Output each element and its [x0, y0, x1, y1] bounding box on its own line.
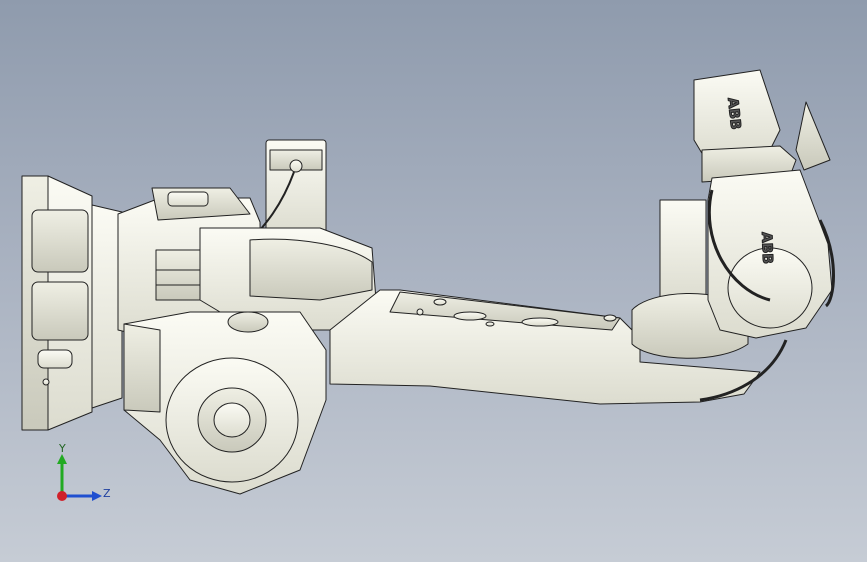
- lower-arm-joint[interactable]: [123, 311, 327, 495]
- brand-label: ABB: [724, 97, 743, 131]
- triad-y-label: Y: [59, 442, 66, 455]
- brand-label: ABB: [758, 232, 775, 265]
- triad-z-label: Z: [103, 487, 111, 500]
- robot-arm-model[interactable]: ABB ABB: [0, 0, 867, 562]
- base-flange[interactable]: [21, 175, 123, 431]
- cad-3d-viewport[interactable]: ABB ABB Y Z: [0, 0, 867, 562]
